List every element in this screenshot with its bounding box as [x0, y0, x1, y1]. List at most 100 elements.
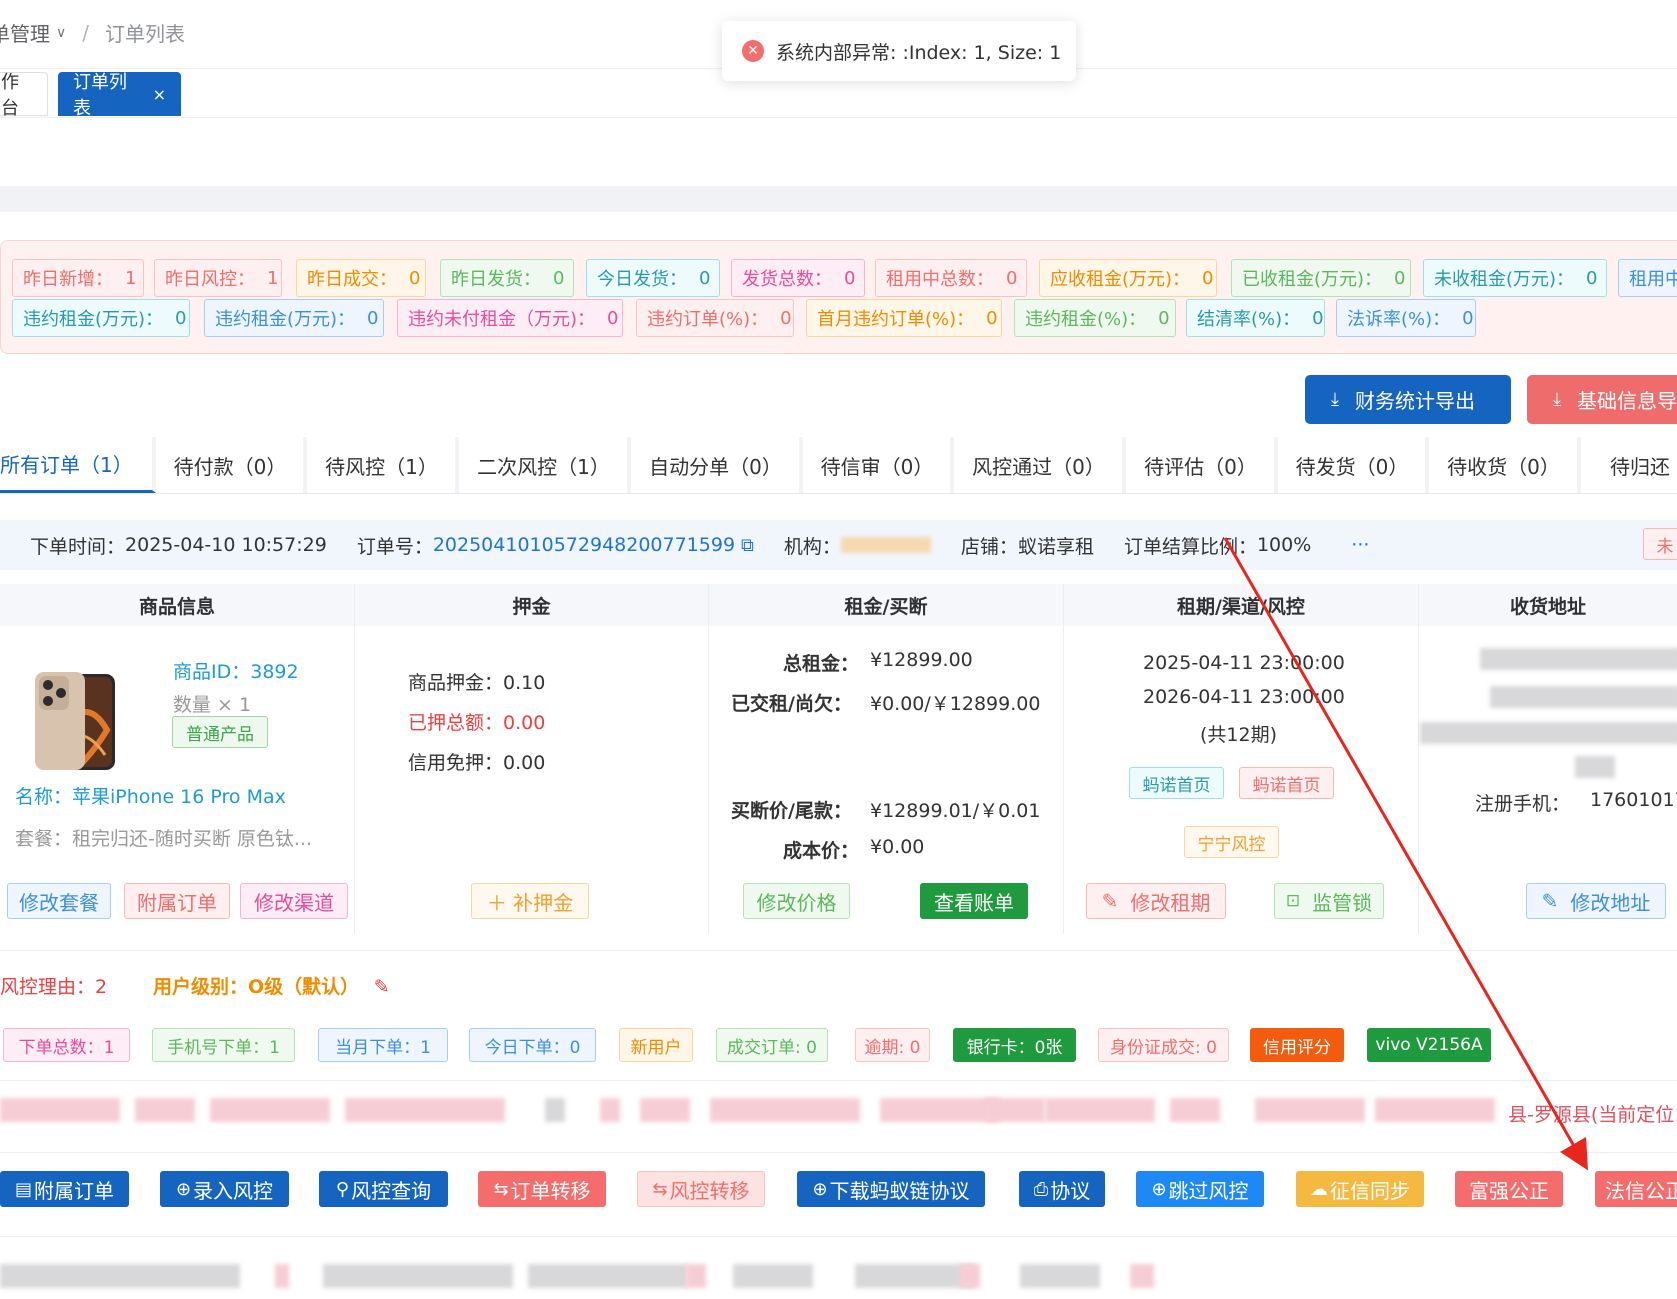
edit-icon[interactable]: ✎	[374, 976, 390, 998]
action-button-9[interactable]: 富强公正	[1455, 1171, 1563, 1207]
col-product-label: 商品信息	[138, 595, 215, 618]
stat-value: 0	[986, 307, 998, 329]
stat-label: 已收租金(万元)：	[1242, 269, 1383, 290]
redacted-block	[733, 1264, 813, 1288]
copy-icon[interactable]: ⧉	[741, 535, 754, 556]
product-type-tag: 普通产品	[172, 716, 268, 748]
breadcrumb-parent[interactable]: 单管理	[0, 18, 50, 47]
paid-rent-label: 已交租/尚欠：	[731, 693, 852, 715]
action-button-8[interactable]: ☁ 征信同步	[1296, 1171, 1424, 1207]
redacted-block	[1255, 1098, 1365, 1122]
divider-strip	[0, 186, 1677, 212]
tab-status-4[interactable]: 自动分单（0）	[632, 437, 803, 493]
user-badge: 当月下单：1	[318, 1028, 448, 1062]
tab-status-2[interactable]: 待风控（1）	[308, 437, 459, 493]
redacted-block	[0, 1264, 240, 1288]
redacted-block	[323, 1264, 513, 1288]
redacted-block	[880, 1098, 1000, 1122]
tab-status-3[interactable]: 二次风控（1）	[460, 437, 631, 493]
close-icon[interactable]: ×	[153, 85, 166, 104]
order-status-tabs: 所有订单（1） 待付款（0） 待风控（1） 二次风控（1） 自动分单（0） 待信审（0）风…	[0, 437, 1677, 494]
edit-channel-button[interactable]: 修改渠道	[240, 883, 348, 919]
tab-status-6[interactable]: 风控通过（0）	[955, 437, 1126, 493]
stat-value: 1	[267, 267, 279, 289]
basic-info-export-button[interactable]: ⤓ 基础信息导	[1527, 375, 1677, 424]
stat-value: 0	[1394, 267, 1406, 289]
address-redacted	[1490, 686, 1677, 708]
action-button-10[interactable]: 法信公正	[1595, 1171, 1677, 1207]
stat-value: 1	[125, 267, 137, 289]
action-button-0[interactable]: ▤ 附属订单	[0, 1171, 129, 1207]
order-no-label: 订单号：	[356, 535, 433, 558]
tab-status-9[interactable]: 待收货（0）	[1430, 437, 1581, 493]
edit-channel-label: 修改渠道	[254, 890, 334, 915]
stat-label: 昨日新增：	[23, 269, 113, 290]
total-rent: ¥12899.00	[870, 649, 973, 671]
product-name[interactable]: 名称：苹果iPhone 16 Pro Max	[15, 782, 286, 809]
tab-status-5[interactable]: 待信审（0）	[804, 437, 954, 493]
order-time: 2025-04-10 10:57:29	[125, 534, 327, 556]
add-deposit-button[interactable]: ＋ 补押金	[471, 883, 589, 919]
action-button-1[interactable]: ⊕ 录入风控	[160, 1171, 289, 1207]
download-icon: ⤓	[1553, 389, 1561, 410]
order-header: 下单时间： 2025-04-10 10:57:29 订单号： 202504101…	[0, 520, 1677, 570]
location-text: 县-罗源县(当前定位	[1508, 1104, 1675, 1126]
edit-package-button[interactable]: 修改套餐	[7, 883, 111, 919]
goods-deposit: 商品押金：0.10	[408, 672, 546, 694]
col-deposit-label: 押金	[512, 595, 551, 618]
action-button-3[interactable]: ⇆ 订单转移	[478, 1171, 606, 1207]
action-icon: ☁	[1310, 1178, 1328, 1200]
shop-label: 店铺：	[960, 535, 1018, 558]
action-label: 法信公正	[1605, 1178, 1677, 1203]
tab-status-7[interactable]: 待评估（0）	[1127, 437, 1278, 493]
product-type-label: 普通产品	[186, 724, 254, 745]
edit-term-label: 修改租期	[1130, 890, 1211, 915]
action-button-5[interactable]: ⊕ 下载蚂蚁链协议	[797, 1171, 985, 1207]
user-badge: 银行卡：0张	[953, 1028, 1076, 1062]
breadcrumb: 单管理 ∨ / 订单列表	[0, 18, 185, 47]
stat-label: 违约租金(%)：	[1025, 309, 1147, 330]
redacted-block	[1045, 1098, 1155, 1122]
channel-tag-label: 蚂诺首页	[1142, 775, 1211, 796]
action-button-7[interactable]: ⊕ 跳过风控	[1136, 1171, 1264, 1207]
finance-export-button[interactable]: ⤓ 财务统计导出	[1305, 375, 1511, 424]
tab-status-8[interactable]: 待发货（0）	[1279, 437, 1429, 493]
col-deposit: 押金	[355, 584, 708, 626]
col-address: 收货地址	[1419, 584, 1677, 626]
stat-chip: 未收租金(万元)： 0	[1423, 259, 1607, 297]
tag-workbench[interactable]: 作台	[0, 72, 48, 119]
action-label: 下载蚂蚁链协议	[829, 1178, 970, 1203]
paid-rent: ¥0.00/￥12899.00	[870, 693, 1041, 715]
supervise-lock-button[interactable]: ⊡ 监管锁	[1274, 883, 1384, 919]
sub-order-button[interactable]: 附属订单	[124, 883, 230, 919]
edit-term-button[interactable]: ✎ 修改租期	[1086, 883, 1226, 919]
action-label: 风控转移	[669, 1178, 750, 1203]
tab-status-10[interactable]: 待归还	[1582, 437, 1677, 493]
tag-order-list[interactable]: 订单列表 ×	[58, 72, 181, 119]
stat-value: 0	[1006, 267, 1018, 289]
edit-price-button[interactable]: 修改价格	[743, 883, 850, 919]
redacted-block	[528, 1264, 688, 1288]
org-redacted	[840, 537, 931, 553]
tab-status-1[interactable]: 待付款（0）	[157, 437, 307, 493]
term-periods: (共12期)	[1200, 724, 1278, 746]
more-icon[interactable]: ···	[1351, 534, 1369, 556]
add-deposit-label: ＋ 补押金	[486, 890, 574, 915]
term-end: 2026-04-11 23:00:00	[1143, 686, 1345, 708]
product-package: 套餐：租完归还-随时买断 原色钛...	[15, 828, 313, 850]
edit-address-button[interactable]: ✎ 修改地址	[1526, 883, 1666, 919]
tab-status-0[interactable]: 所有订单（1）	[0, 437, 156, 493]
chevron-down-icon[interactable]: ∨	[56, 25, 66, 41]
order-no-link[interactable]: 2025041010572948200771599	[433, 534, 735, 556]
edit-price-label: 修改价格	[756, 890, 837, 915]
product-image	[35, 672, 115, 770]
user-level[interactable]: 用户级别：O级（默认） ✎	[153, 972, 390, 999]
view-bill-button[interactable]: 查看账单	[920, 883, 1028, 919]
register-phone-label: 注册手机：	[1475, 793, 1571, 815]
stat-chip: 首月违约订单(%)： 0	[806, 299, 1002, 337]
action-button-2[interactable]: ⚲ 风控查询	[319, 1171, 448, 1207]
user-badge: vivo V2156A	[1367, 1028, 1491, 1062]
action-button-6[interactable]: ⎙ 协议	[1019, 1171, 1105, 1207]
total-rent-label: 总租金：	[783, 653, 860, 675]
action-button-4[interactable]: ⇆ 风控转移	[637, 1171, 765, 1207]
